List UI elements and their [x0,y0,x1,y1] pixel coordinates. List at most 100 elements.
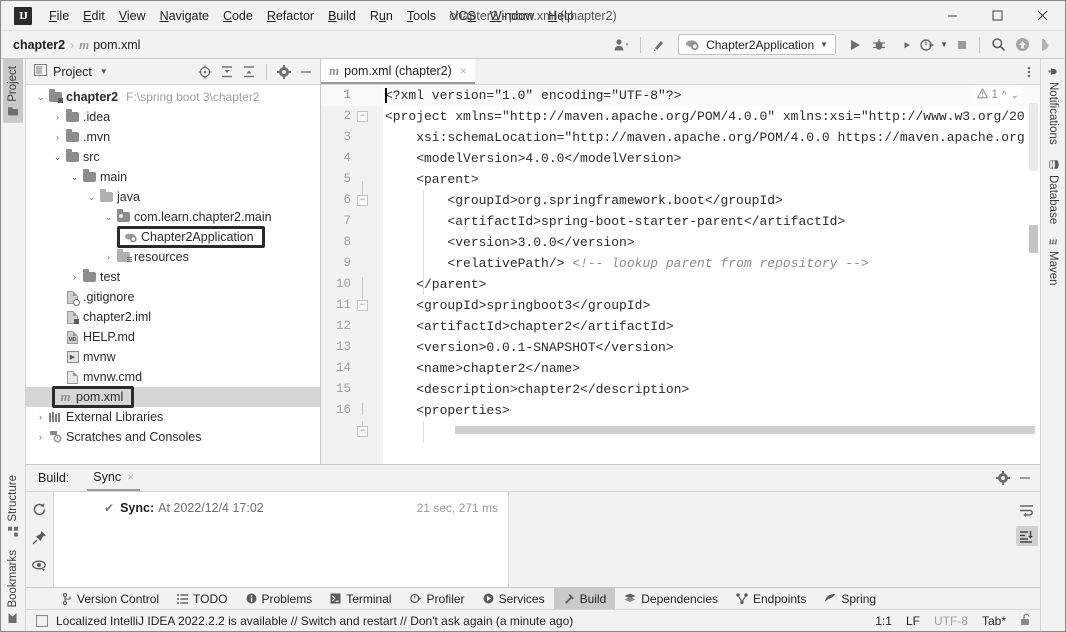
file-encoding[interactable]: UTF-8 [934,614,968,628]
pin-icon[interactable] [30,528,50,546]
menu-vcs[interactable]: VCS [443,6,483,26]
chevron-down-icon[interactable]: ⌄ [51,152,64,163]
code-content[interactable]: <?xml version="1.0" encoding="UTF-8"?> <… [383,85,1040,464]
tree-node-resources[interactable]: › resources [26,247,320,267]
chevron-down-icon[interactable]: ⌄ [68,172,81,183]
chevron-down-icon[interactable]: ⌄ [102,212,115,223]
stripe-button-notifications[interactable]: Notifications [1043,59,1063,152]
tool-window-profiler[interactable]: Profiler [401,588,474,610]
breadcrumb-project[interactable]: chapter2 [13,38,65,52]
tool-window-todo[interactable]: TODO [168,588,236,610]
chevron-right-icon[interactable]: › [68,272,81,282]
gear-icon[interactable] [274,62,294,82]
menu-window[interactable]: Window [483,6,541,26]
menu-edit[interactable]: Edit [76,6,112,26]
tree-node-scratches[interactable]: › Scratches and Consoles [26,427,320,447]
indent-setting[interactable]: Tab* [982,614,1006,628]
tree-node-idea[interactable]: › .idea [26,107,320,127]
fold-marker-collapse[interactable]: − [357,300,368,311]
collapse-all-icon[interactable] [239,62,259,82]
tree-node-external-libraries[interactable]: › External Libraries [26,407,320,427]
run-icon[interactable] [844,34,866,56]
search-everywhere-icon[interactable] [987,34,1009,56]
breadcrumb-file[interactable]: pom.xml [93,38,140,52]
build-results-tree[interactable]: ✔ Sync: At 2022/12/4 17:02 21 sec, 271 m… [53,492,509,587]
gear-icon[interactable] [993,468,1013,488]
chevron-right-icon[interactable]: › [51,112,64,122]
run-with-coverage-icon[interactable] [892,34,914,56]
stripe-button-project[interactable]: Project [3,59,23,123]
menu-help[interactable]: Help [541,6,581,26]
expand-all-icon[interactable] [217,62,237,82]
tree-node-chapter2-iml[interactable]: chapter2.iml [26,307,320,327]
tree-node-help-md[interactable]: MD HELP.md [26,327,320,347]
menu-navigate[interactable]: Navigate [153,6,216,26]
tree-node-test[interactable]: › test [26,267,320,287]
menu-code[interactable]: Code [216,6,260,26]
chevron-down-icon[interactable]: ⌄ [85,192,98,203]
menu-view[interactable]: View [112,6,153,26]
editor-tab-pom-xml[interactable]: m pom.xml (chapter2) × [321,59,475,84]
profiler-run-icon[interactable] [916,34,938,56]
rerun-icon[interactable] [30,500,50,518]
tree-node-pom-xml[interactable]: m pom.xml [26,386,320,408]
tree-node-package[interactable]: ⌄ com.learn.chapter2.main [26,207,320,227]
stop-icon[interactable] [950,34,972,56]
close-icon[interactable]: × [460,64,467,78]
stripe-button-bookmarks[interactable]: Bookmarks [3,543,23,631]
chevron-right-icon[interactable]: › [102,252,115,262]
tool-window-endpoints[interactable]: Endpoints [727,588,815,610]
tool-window-dependencies[interactable]: Dependencies [615,588,727,610]
chevron-down-icon[interactable]: ▼ [100,67,108,76]
updates-icon[interactable] [648,34,670,56]
chevron-down-icon[interactable]: ⌄ [34,92,47,103]
status-message[interactable]: Localized IntelliJ IDEA 2022.2.2 is avai… [56,614,573,628]
ai-assistant-icon[interactable] [1035,34,1057,56]
debug-icon[interactable] [868,34,890,56]
next-problem-icon[interactable]: ⌄ [1011,90,1019,101]
minimize-icon[interactable] [930,1,975,31]
tree-node-gitignore[interactable]: .gitignore [26,287,320,307]
soft-wrap-icon[interactable] [1016,500,1038,520]
tree-node-mvn[interactable]: › .mvn [26,127,320,147]
read-write-icon[interactable] [1020,613,1032,629]
build-result-row[interactable]: ✔ Sync: At 2022/12/4 17:02 21 sec, 271 m… [54,498,508,518]
maximize-icon[interactable] [975,1,1020,31]
line-separator[interactable]: LF [906,614,920,628]
stripe-button-structure[interactable]: Structure [3,468,23,544]
menu-build[interactable]: Build [321,6,363,26]
tree-node-java[interactable]: ⌄ java [26,187,320,207]
updates-available-icon[interactable] [1011,34,1033,56]
editor-viewport[interactable]: 1 2 3 4 5 6 7 8 9 10 11 12 13 14 15 16 −… [321,85,1040,464]
vertical-scrollbar-thumb[interactable] [1029,225,1038,253]
tree-node-mvnw[interactable]: ▶ mvnw [26,347,320,367]
tool-window-build[interactable]: Build [553,587,616,610]
close-icon[interactable] [1020,1,1065,31]
tool-window-terminal[interactable]: Terminal [321,588,400,610]
menu-refactor[interactable]: Refactor [260,6,321,26]
chevron-right-icon[interactable]: › [51,132,64,142]
hide-icon[interactable] [1015,468,1035,488]
filter-eye-icon[interactable] [30,556,50,574]
editor-gutter[interactable]: 1 2 3 4 5 6 7 8 9 10 11 12 13 14 15 16 −… [321,85,383,464]
tree-node-main[interactable]: ⌄ main [26,167,320,187]
caret-position[interactable]: 1:1 [875,614,892,628]
tool-window-services[interactable]: Services [474,588,554,610]
tool-window-spring[interactable]: Spring [815,588,885,610]
editor-options-icon[interactable] [1018,59,1040,84]
chevron-down-icon[interactable]: ▼ [940,40,948,49]
tree-node-src[interactable]: ⌄ src [26,147,320,167]
stripe-button-database[interactable]: Database [1043,152,1063,231]
menu-tools[interactable]: Tools [400,6,443,26]
chevron-right-icon[interactable]: › [34,432,47,442]
project-tree[interactable]: ⌄ chapter2 F:\spring boot 3\chapter2 › .… [26,85,320,464]
menu-file[interactable]: File [42,6,76,26]
close-icon[interactable]: × [127,470,134,484]
menu-run[interactable]: Run [363,6,400,26]
scroll-to-end-icon[interactable] [1015,526,1038,546]
tool-window-version-control[interactable]: Version Control [54,588,168,610]
previous-problem-icon[interactable]: ^ [1002,90,1007,101]
fold-marker-collapse[interactable]: − [357,426,368,437]
build-tab-sync[interactable]: Sync × [87,466,141,491]
chevron-right-icon[interactable]: › [34,412,47,422]
